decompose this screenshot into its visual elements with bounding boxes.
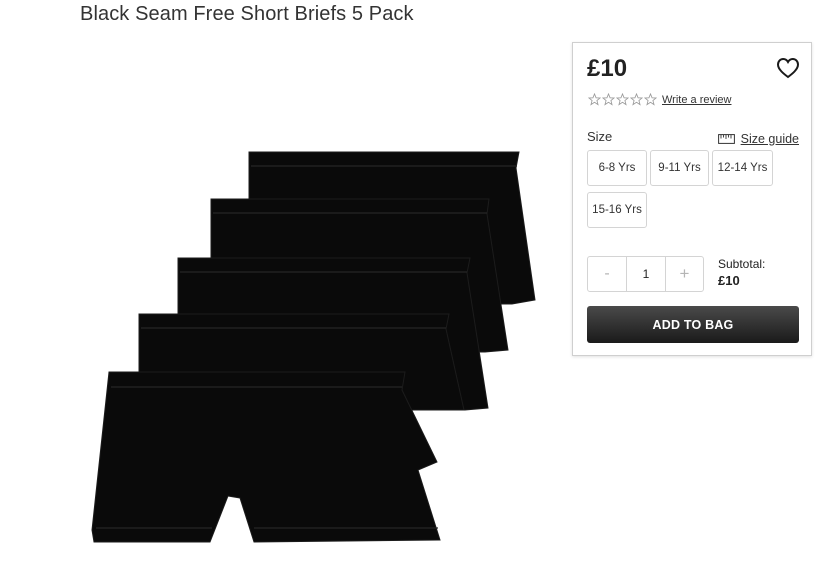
quantity-input[interactable]: 1 bbox=[626, 256, 666, 292]
star-outline-icon bbox=[616, 93, 629, 106]
size-option-12-14-yrs[interactable]: 12-14 Yrs bbox=[712, 150, 773, 186]
product-image bbox=[91, 151, 536, 543]
size-guide-label: Size guide bbox=[740, 132, 799, 146]
product-title: Black Seam Free Short Briefs 5 Pack bbox=[80, 3, 414, 25]
quantity-increase-button[interactable]: + bbox=[665, 256, 704, 292]
star-outline-icon bbox=[630, 93, 643, 106]
write-review-link[interactable]: Write a review bbox=[662, 94, 731, 106]
size-label: Size bbox=[587, 129, 613, 144]
subtotal-label: Subtotal: bbox=[718, 257, 766, 271]
subtotal-value: £10 bbox=[718, 273, 740, 288]
size-option-15-16-yrs[interactable]: 15-16 Yrs bbox=[587, 192, 647, 228]
size-option-9-11-yrs[interactable]: 9-11 Yrs bbox=[650, 150, 709, 186]
star-outline-icon bbox=[588, 93, 601, 106]
rating-stars bbox=[588, 93, 657, 106]
star-outline-icon bbox=[602, 93, 615, 106]
product-rating: Write a review bbox=[588, 93, 731, 106]
product-price: £10 bbox=[587, 55, 628, 82]
size-guide-link[interactable]: Size guide bbox=[717, 132, 799, 146]
add-to-bag-button[interactable]: ADD TO BAG bbox=[587, 306, 799, 343]
size-option-6-8-yrs[interactable]: 6-8 Yrs bbox=[587, 150, 647, 186]
quantity-decrease-button[interactable]: - bbox=[587, 256, 627, 292]
star-outline-icon bbox=[644, 93, 657, 106]
purchase-panel: £10 Write a review Size Size guide 6-8 Y… bbox=[572, 42, 812, 356]
heart-outline-icon[interactable] bbox=[776, 57, 800, 79]
ruler-icon bbox=[717, 134, 735, 144]
